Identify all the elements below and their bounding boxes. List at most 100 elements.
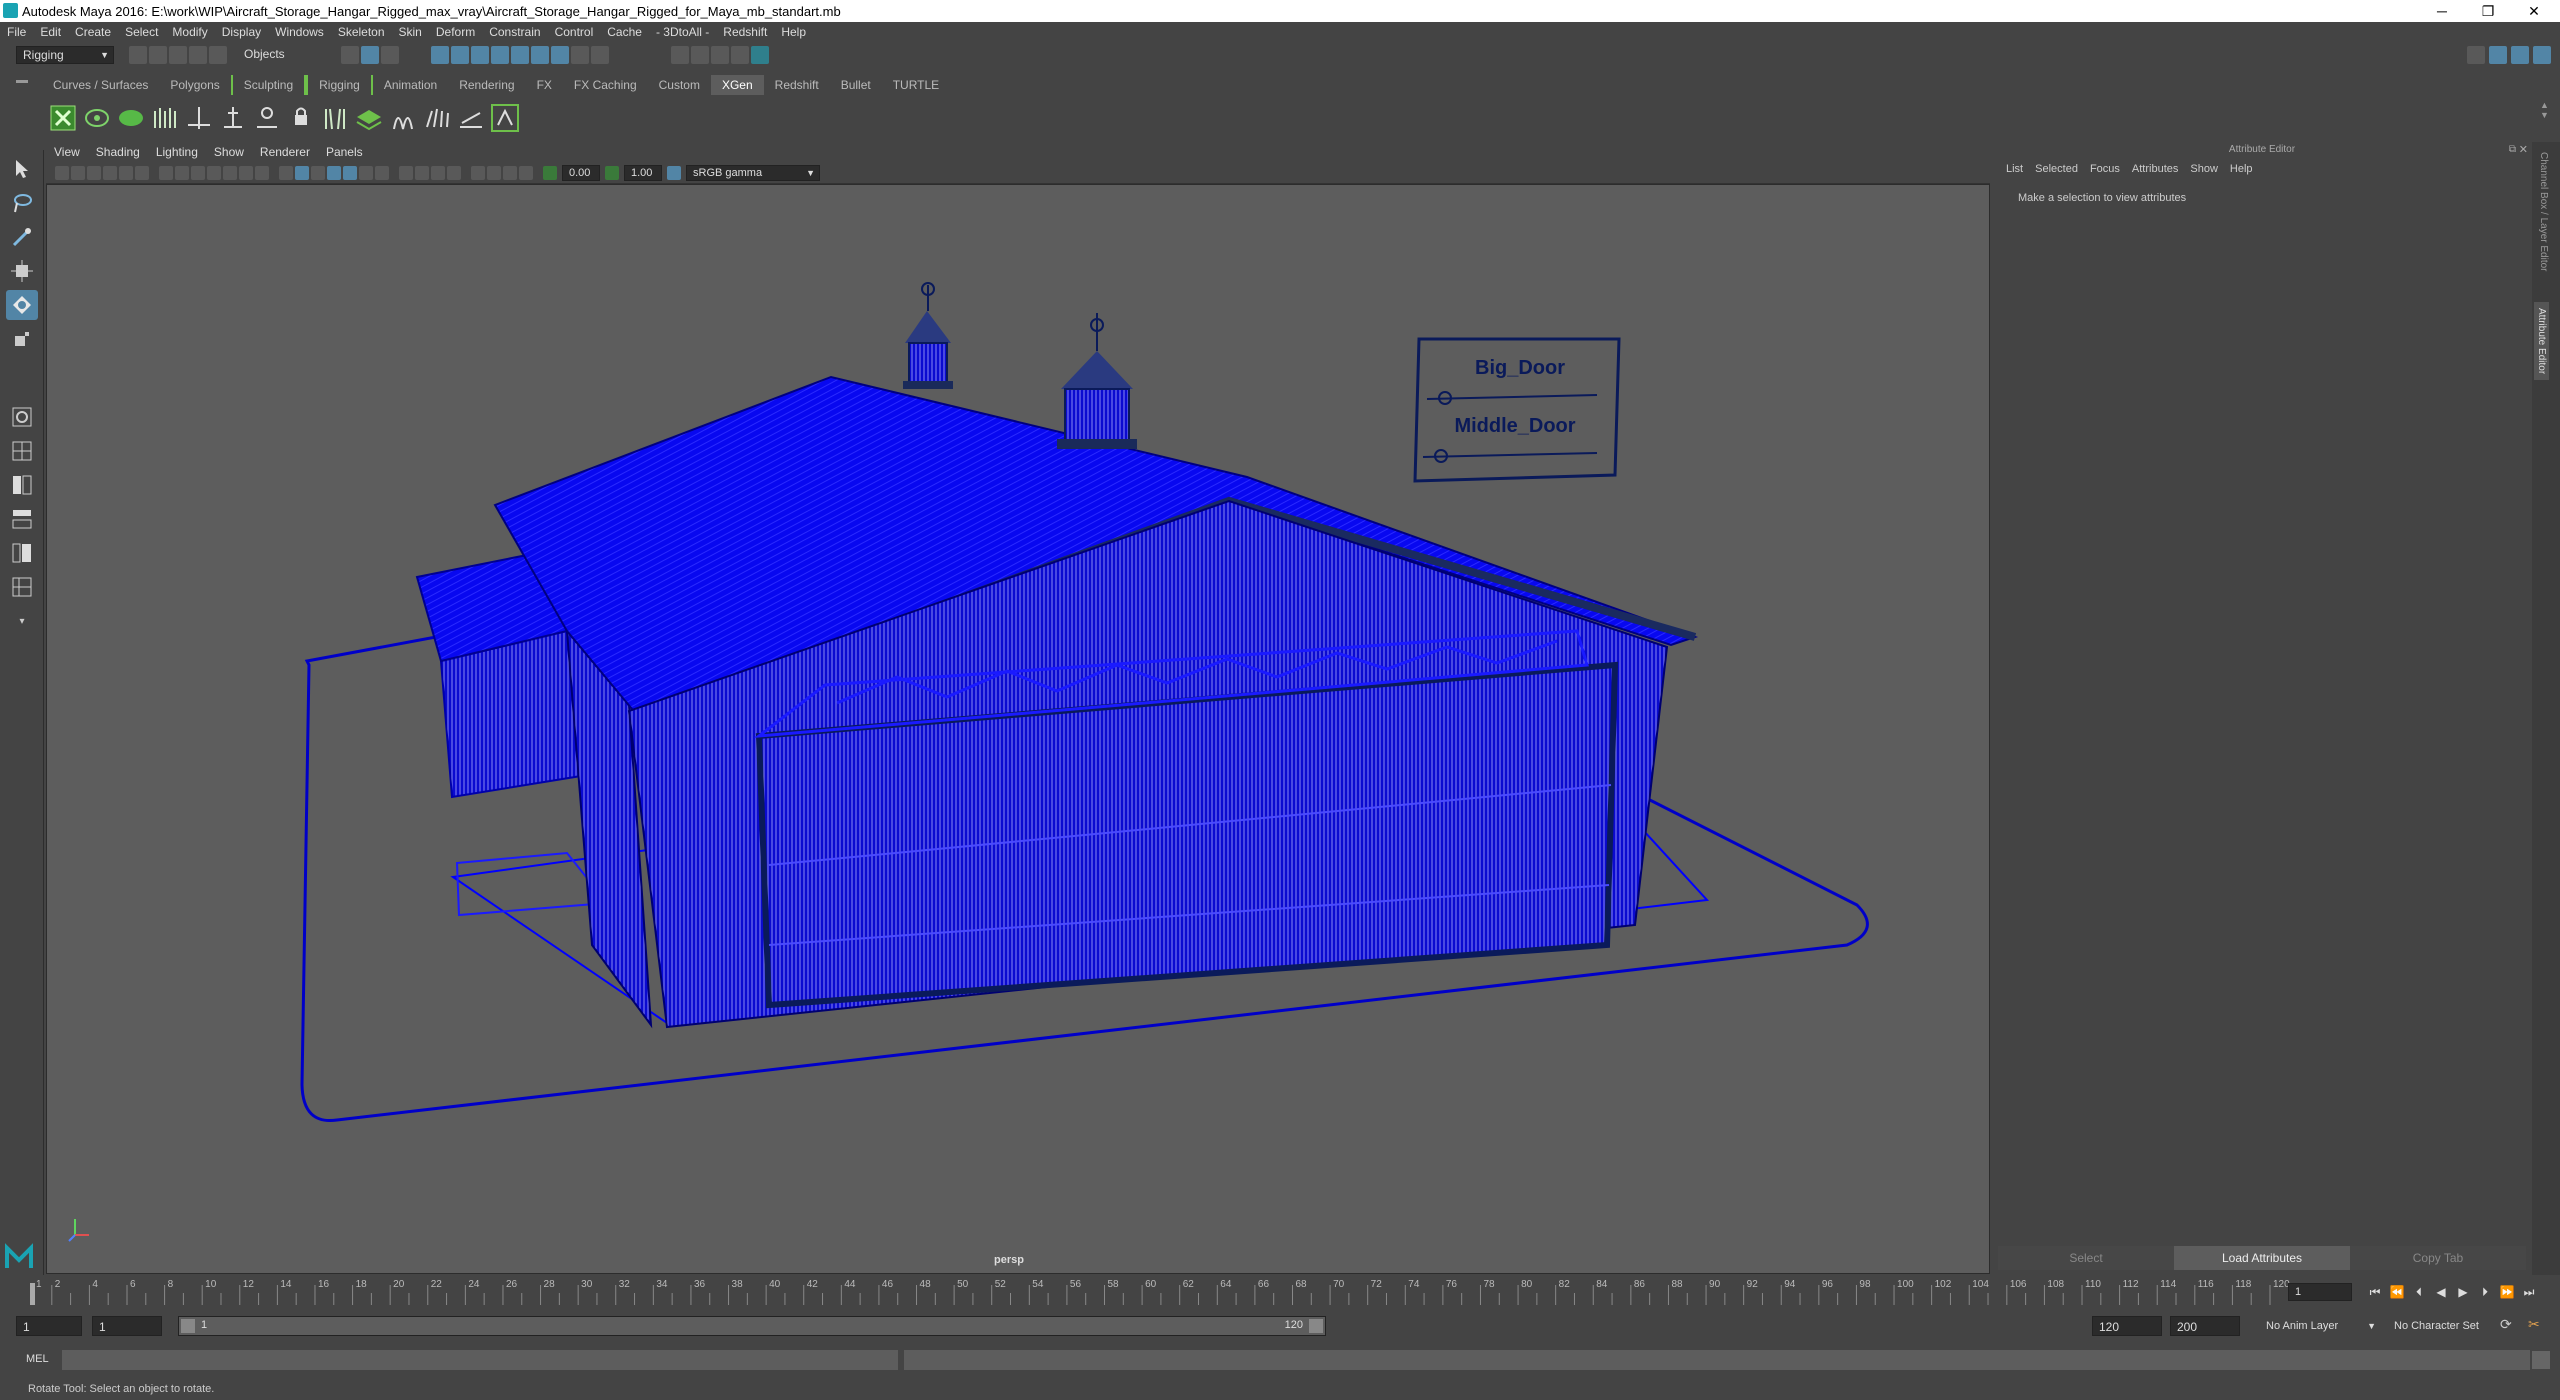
- menuset-dropdown[interactable]: Rigging ▼: [16, 46, 114, 64]
- command-input[interactable]: [62, 1350, 898, 1370]
- xgen-layer-icon[interactable]: [354, 103, 384, 133]
- xgen-primitive-icon[interactable]: [320, 103, 350, 133]
- toolbox-expand-icon[interactable]: ▾: [6, 606, 38, 636]
- gate-mask-icon[interactable]: [207, 165, 221, 180]
- shelf-tab-turtle[interactable]: TURTLE: [882, 75, 950, 95]
- menu-skin[interactable]: Skin: [392, 22, 429, 42]
- xgen-description-icon[interactable]: [82, 103, 112, 133]
- xgen-brush-icon[interactable]: [422, 103, 452, 133]
- time-slider[interactable]: 2 4 6 8 10 12 14 16 18 20 22 24 26 28 30 32 34 36 38 40 42 44…: [0, 1275, 2560, 1309]
- xgen-create-icon[interactable]: [48, 103, 78, 133]
- shelf-tab-rigging[interactable]: Rigging: [306, 75, 373, 95]
- attribute-editor-tab[interactable]: Attribute Editor: [2534, 302, 2549, 381]
- depth-of-field-icon[interactable]: [447, 165, 461, 180]
- close-button[interactable]: ✕: [2512, 0, 2556, 22]
- grid-icon[interactable]: [159, 165, 173, 180]
- ae-select-button[interactable]: Select: [1998, 1246, 2174, 1270]
- menu-file[interactable]: File: [0, 22, 33, 42]
- xgen-groom-icon[interactable]: [388, 103, 418, 133]
- command-language-label[interactable]: MEL: [26, 1353, 49, 1365]
- vp-menu-renderer[interactable]: Renderer: [252, 142, 318, 162]
- ae-copy-tab-button[interactable]: Copy Tab: [2350, 1246, 2526, 1270]
- open-scene-icon[interactable]: [149, 46, 167, 64]
- playback-end-field[interactable]: 120: [2092, 1316, 2162, 1336]
- xray-components-icon[interactable]: [519, 165, 533, 180]
- menu-create[interactable]: Create: [68, 22, 118, 42]
- menu-skeleton[interactable]: Skeleton: [331, 22, 392, 42]
- default-material-icon[interactable]: [311, 165, 325, 180]
- channel-box-tab[interactable]: Channel Box / Layer Editor: [2538, 152, 2549, 272]
- menu-help[interactable]: Help: [774, 22, 813, 42]
- menu-display[interactable]: Display: [215, 22, 268, 42]
- time-ruler[interactable]: 2 4 6 8 10 12 14 16 18 20 22 24 26 28 30 32 34 36 38 40 42 44…: [0, 1275, 2560, 1309]
- ae-load-attributes-button[interactable]: Load Attributes: [2174, 1246, 2350, 1270]
- step-back-key-icon[interactable]: ⏪: [2386, 1285, 2408, 1299]
- range-start-handle[interactable]: [181, 1319, 195, 1333]
- paint-select-tool-button[interactable]: [6, 222, 38, 252]
- wireframe-icon[interactable]: [279, 165, 293, 180]
- tool-settings-toggle-icon[interactable]: [2533, 46, 2551, 64]
- resolution-gate-icon[interactable]: [191, 165, 205, 180]
- maximize-button[interactable]: ❐: [2466, 0, 2510, 22]
- lasso-tool-button[interactable]: [6, 188, 38, 218]
- shelf-tab-fx[interactable]: FX: [526, 75, 563, 95]
- xgen-guide-sculpt-icon[interactable]: [252, 103, 282, 133]
- select-by-hierarchy-icon[interactable]: [341, 46, 359, 64]
- snap-live-icon[interactable]: [531, 46, 549, 64]
- bookmark-icon[interactable]: [87, 165, 101, 180]
- symmetry-icon[interactable]: [551, 46, 569, 64]
- select-by-object-icon[interactable]: [361, 46, 379, 64]
- isolate-select-icon[interactable]: [471, 165, 485, 180]
- playback-start-field[interactable]: 1: [92, 1316, 162, 1336]
- shelf-tab-rendering[interactable]: Rendering: [448, 75, 525, 95]
- auto-key-icon[interactable]: ⟳: [2500, 1316, 2520, 1336]
- exposure-field[interactable]: 0.00: [562, 164, 600, 181]
- ae-menu-focus[interactable]: Focus: [2084, 163, 2126, 175]
- color-management-icon[interactable]: [667, 165, 681, 180]
- ae-menu-attributes[interactable]: Attributes: [2126, 163, 2184, 175]
- shelf-tab-polygons[interactable]: Polygons: [159, 75, 230, 95]
- ambient-occlusion-icon[interactable]: [399, 165, 413, 180]
- safe-title-icon[interactable]: [255, 165, 269, 180]
- select-tool-button[interactable]: [6, 154, 38, 184]
- xgen-spline-icon[interactable]: [150, 103, 180, 133]
- undo-icon[interactable]: [189, 46, 207, 64]
- layout-four-icon[interactable]: [6, 470, 38, 500]
- ae-menu-selected[interactable]: Selected: [2029, 163, 2084, 175]
- view-transform-dropdown[interactable]: sRGB gamma ▼: [686, 164, 820, 181]
- image-plane-icon[interactable]: [103, 165, 117, 180]
- animation-end-field[interactable]: 200: [2170, 1316, 2240, 1336]
- snap-plane-icon[interactable]: [491, 46, 509, 64]
- ae-menu-help[interactable]: Help: [2224, 163, 2259, 175]
- layout-outliner-icon[interactable]: [6, 538, 38, 568]
- camera-attributes-icon[interactable]: [71, 165, 85, 180]
- move-tool-button[interactable]: [6, 256, 38, 286]
- anti-aliasing-icon[interactable]: [431, 165, 445, 180]
- play-backwards-icon[interactable]: ◀: [2430, 1285, 2452, 1299]
- soft-select-icon[interactable]: [591, 46, 609, 64]
- motion-blur-icon[interactable]: [415, 165, 429, 180]
- field-chart-icon[interactable]: [223, 165, 237, 180]
- hypershade-icon[interactable]: [751, 46, 769, 64]
- menu-edit[interactable]: Edit: [33, 22, 68, 42]
- go-to-end-icon[interactable]: ⏭: [2518, 1285, 2540, 1300]
- safe-action-icon[interactable]: [239, 165, 253, 180]
- minimize-button[interactable]: ─: [2420, 0, 2464, 22]
- vp-menu-view[interactable]: View: [46, 142, 88, 162]
- render-settings-icon[interactable]: [731, 46, 749, 64]
- go-to-start-icon[interactable]: ⏮: [2364, 1285, 2386, 1300]
- lights-icon[interactable]: [359, 165, 373, 180]
- float-panel-icon[interactable]: ⧉: [2509, 144, 2516, 155]
- menu-redshift[interactable]: Redshift: [716, 22, 774, 42]
- selection-mode-dropdown[interactable]: Objects: [238, 46, 330, 64]
- range-slider[interactable]: 1 120: [178, 1316, 1326, 1336]
- close-panel-icon[interactable]: ✕: [2519, 143, 2528, 156]
- vp-menu-lighting[interactable]: Lighting: [148, 142, 206, 162]
- snap-point-icon[interactable]: [471, 46, 489, 64]
- scene-canvas[interactable]: Big_Door Middle_Door persp: [47, 185, 1990, 1274]
- xgen-guide-icon[interactable]: [184, 103, 214, 133]
- menu-3dtoall[interactable]: - 3DtoAll -: [649, 22, 716, 42]
- layout-single-icon[interactable]: [6, 436, 38, 466]
- snap-grid-icon[interactable]: [431, 46, 449, 64]
- shelf-tab-xgen[interactable]: XGen: [710, 75, 764, 95]
